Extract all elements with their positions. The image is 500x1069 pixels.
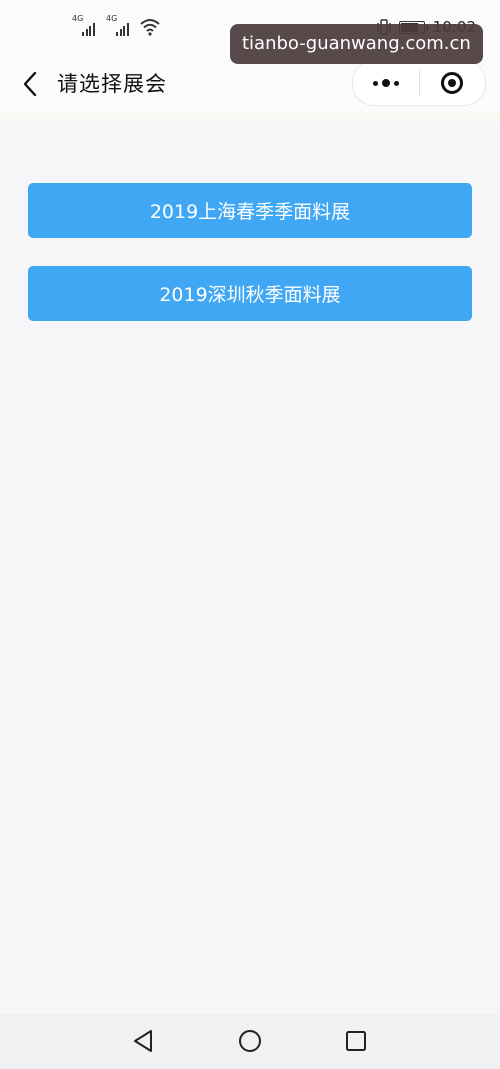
sim2-signal-icon: 4G [106, 14, 132, 36]
mini-program-capsule [352, 60, 486, 106]
page-title: 请选择展会 [57, 72, 167, 96]
back-button[interactable] [14, 68, 46, 100]
signal-indicators: 4G 4G [72, 14, 160, 36]
header-shadow [0, 112, 500, 128]
back-triangle-icon [134, 1030, 152, 1052]
watermark: tianbo-guanwang.com.cn [230, 24, 483, 64]
system-back-button[interactable] [130, 1028, 156, 1054]
more-button[interactable] [353, 61, 419, 105]
home-circle-icon [239, 1030, 261, 1052]
exhibition-button-shanghai[interactable]: 2019上海春季季面料展 [28, 183, 472, 238]
system-recents-button[interactable] [343, 1028, 369, 1054]
close-program-button[interactable] [420, 61, 486, 105]
wifi-icon [140, 19, 160, 36]
navigation-bar: 请选择展会 [0, 56, 500, 112]
recents-square-icon [346, 1031, 366, 1051]
target-icon [441, 72, 464, 94]
system-navigation-bar [0, 1014, 500, 1069]
system-home-button[interactable] [237, 1028, 263, 1054]
more-dots-icon [372, 79, 399, 87]
sim2-network-label: 4G [106, 14, 118, 23]
chevron-left-icon [23, 71, 37, 97]
sim1-network-label: 4G [72, 14, 84, 23]
sim1-signal-icon: 4G [72, 14, 98, 36]
exhibition-button-shenzhen[interactable]: 2019深圳秋季面料展 [28, 266, 472, 321]
